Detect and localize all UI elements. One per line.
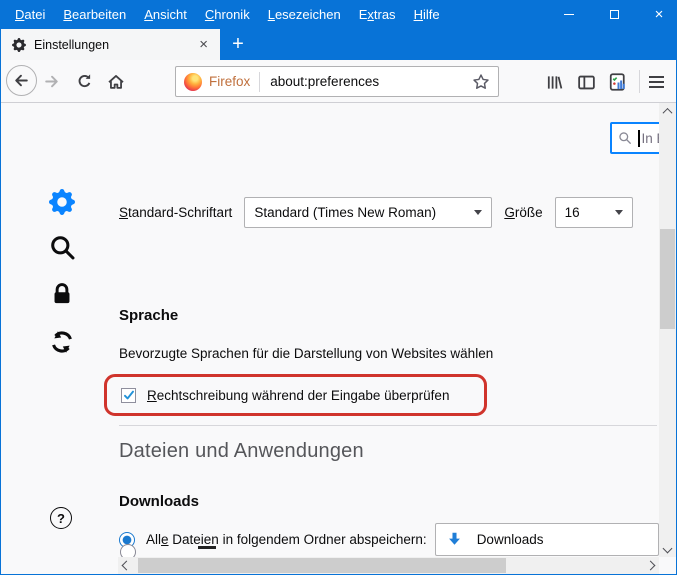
extension-button[interactable] [606,71,627,92]
menu-datei[interactable]: Datei [6,0,54,29]
new-tab-button[interactable]: + [220,29,256,60]
url-brand-label: Firefox [209,74,250,89]
text-cursor [638,130,640,147]
close-icon: × [655,7,664,22]
menu-lesezeichen[interactable]: Lesezeichen [259,0,350,29]
search-placeholder: In E [642,131,660,146]
library-button[interactable] [544,72,564,92]
vertical-scrollbar[interactable] [659,103,676,557]
library-icon [545,73,564,92]
font-row: Standard-Schriftart Standard (Times New … [119,197,633,228]
download-folder-value: Downloads [477,532,544,547]
scroll-up-button[interactable] [659,103,676,120]
font-select-value: Standard (Times New Roman) [254,205,436,220]
gear-icon [12,38,26,52]
bookmark-star-icon[interactable] [472,73,490,91]
search-icon [618,131,632,145]
close-button[interactable]: × [642,0,676,29]
chevron-down-icon [663,544,673,554]
tab-einstellungen[interactable]: Einstellungen × [1,29,220,60]
home-icon [107,73,125,91]
navigation-toolbar: Firefox about:preferences [1,60,676,103]
spellcheck-checkbox[interactable] [121,388,136,403]
section-divider [119,425,657,426]
tab-close-icon[interactable]: × [195,36,212,53]
tab-bar: Einstellungen × + [1,29,676,60]
chevron-down-icon [615,210,623,215]
search-icon [49,234,76,261]
menu-extras[interactable]: Extras [350,0,405,29]
maximize-icon [610,10,619,19]
ask-where-radio[interactable] [120,544,136,557]
clipped-text-fragment [198,546,216,549]
size-label: Größe [504,205,542,220]
download-folder-display[interactable]: Downloads [435,523,659,556]
language-description: Bevorzugte Sprachen für die Darstellung … [119,346,493,361]
search-clip: In E [610,122,659,157]
extension-icon [607,72,627,92]
firefox-window: Datei Bearbeiten Ansicht Chronik Lesezei… [0,0,677,575]
window-controls: × [552,0,676,29]
minimize-button[interactable] [552,0,586,29]
vertical-scroll-thumb[interactable] [660,229,675,329]
url-bar[interactable]: Firefox about:preferences [175,66,499,97]
chevron-up-icon [663,108,673,118]
sidebar-item-search[interactable] [45,230,79,264]
checkmark-icon [123,390,135,401]
settings-main: Standard-Schriftart Standard (Times New … [118,103,659,557]
forward-button[interactable] [42,72,61,91]
settings-search-input[interactable]: In E [610,122,659,154]
sidebar-item-sync[interactable] [45,325,79,359]
size-select-value: 16 [565,205,580,220]
files-heading: Dateien und Anwendungen [119,440,364,463]
firefox-logo-icon [184,73,202,91]
menu-chronik[interactable]: Chronik [196,0,259,29]
sidebar-item-privacy[interactable] [45,277,79,311]
forward-arrow-icon [43,73,60,90]
horizontal-scroll-thumb[interactable] [138,558,506,573]
language-heading: Sprache [119,307,178,324]
url-address[interactable]: about:preferences [270,74,472,89]
menu-bearbeiten[interactable]: Bearbeiten [54,0,135,29]
help-button[interactable]: ? [50,507,72,529]
chevron-left-icon [122,561,132,571]
next-option-peek [118,544,358,557]
font-select[interactable]: Standard (Times New Roman) [244,197,492,228]
scroll-right-button[interactable] [642,557,659,574]
size-select[interactable]: 16 [555,197,633,228]
hamburger-icon [649,76,664,88]
sidebar-item-general[interactable] [45,185,79,219]
toolbar-separator [639,70,640,93]
minimize-icon [564,14,574,15]
reload-button[interactable] [75,72,94,91]
tab-title: Einstellungen [34,38,195,52]
app-menu-button[interactable] [646,72,666,92]
downloads-heading: Downloads [119,493,199,510]
font-label: Standard-Schriftart [119,205,232,220]
chevron-down-icon [474,210,482,215]
gear-icon [49,189,75,215]
sidebar-icon [577,73,596,92]
menu-bar: Datei Bearbeiten Ansicht Chronik Lesezei… [1,0,676,29]
lock-icon [49,281,75,307]
home-button[interactable] [106,72,125,91]
sidebar-toggle-button[interactable] [576,72,596,92]
question-icon: ? [57,511,65,526]
download-arrow-icon [446,531,463,548]
menu-hilfe[interactable]: Hilfe [405,0,449,29]
scroll-down-button[interactable] [659,540,676,557]
spellcheck-label[interactable]: Rechtschreibung während der Eingabe über… [147,388,449,403]
back-button[interactable] [6,65,37,96]
back-arrow-icon [13,72,30,89]
sync-icon [49,329,75,355]
horizontal-scrollbar[interactable] [118,557,659,574]
chevron-right-icon [646,561,656,571]
menu-ansicht[interactable]: Ansicht [135,0,196,29]
preferences-content: In E ? Standard-Schriftart [1,103,676,574]
scroll-left-button[interactable] [118,557,135,574]
annotation-highlight: Rechtschreibung während der Eingabe über… [104,374,487,416]
url-separator [259,72,260,92]
reload-icon [76,73,93,90]
maximize-button[interactable] [597,0,631,29]
